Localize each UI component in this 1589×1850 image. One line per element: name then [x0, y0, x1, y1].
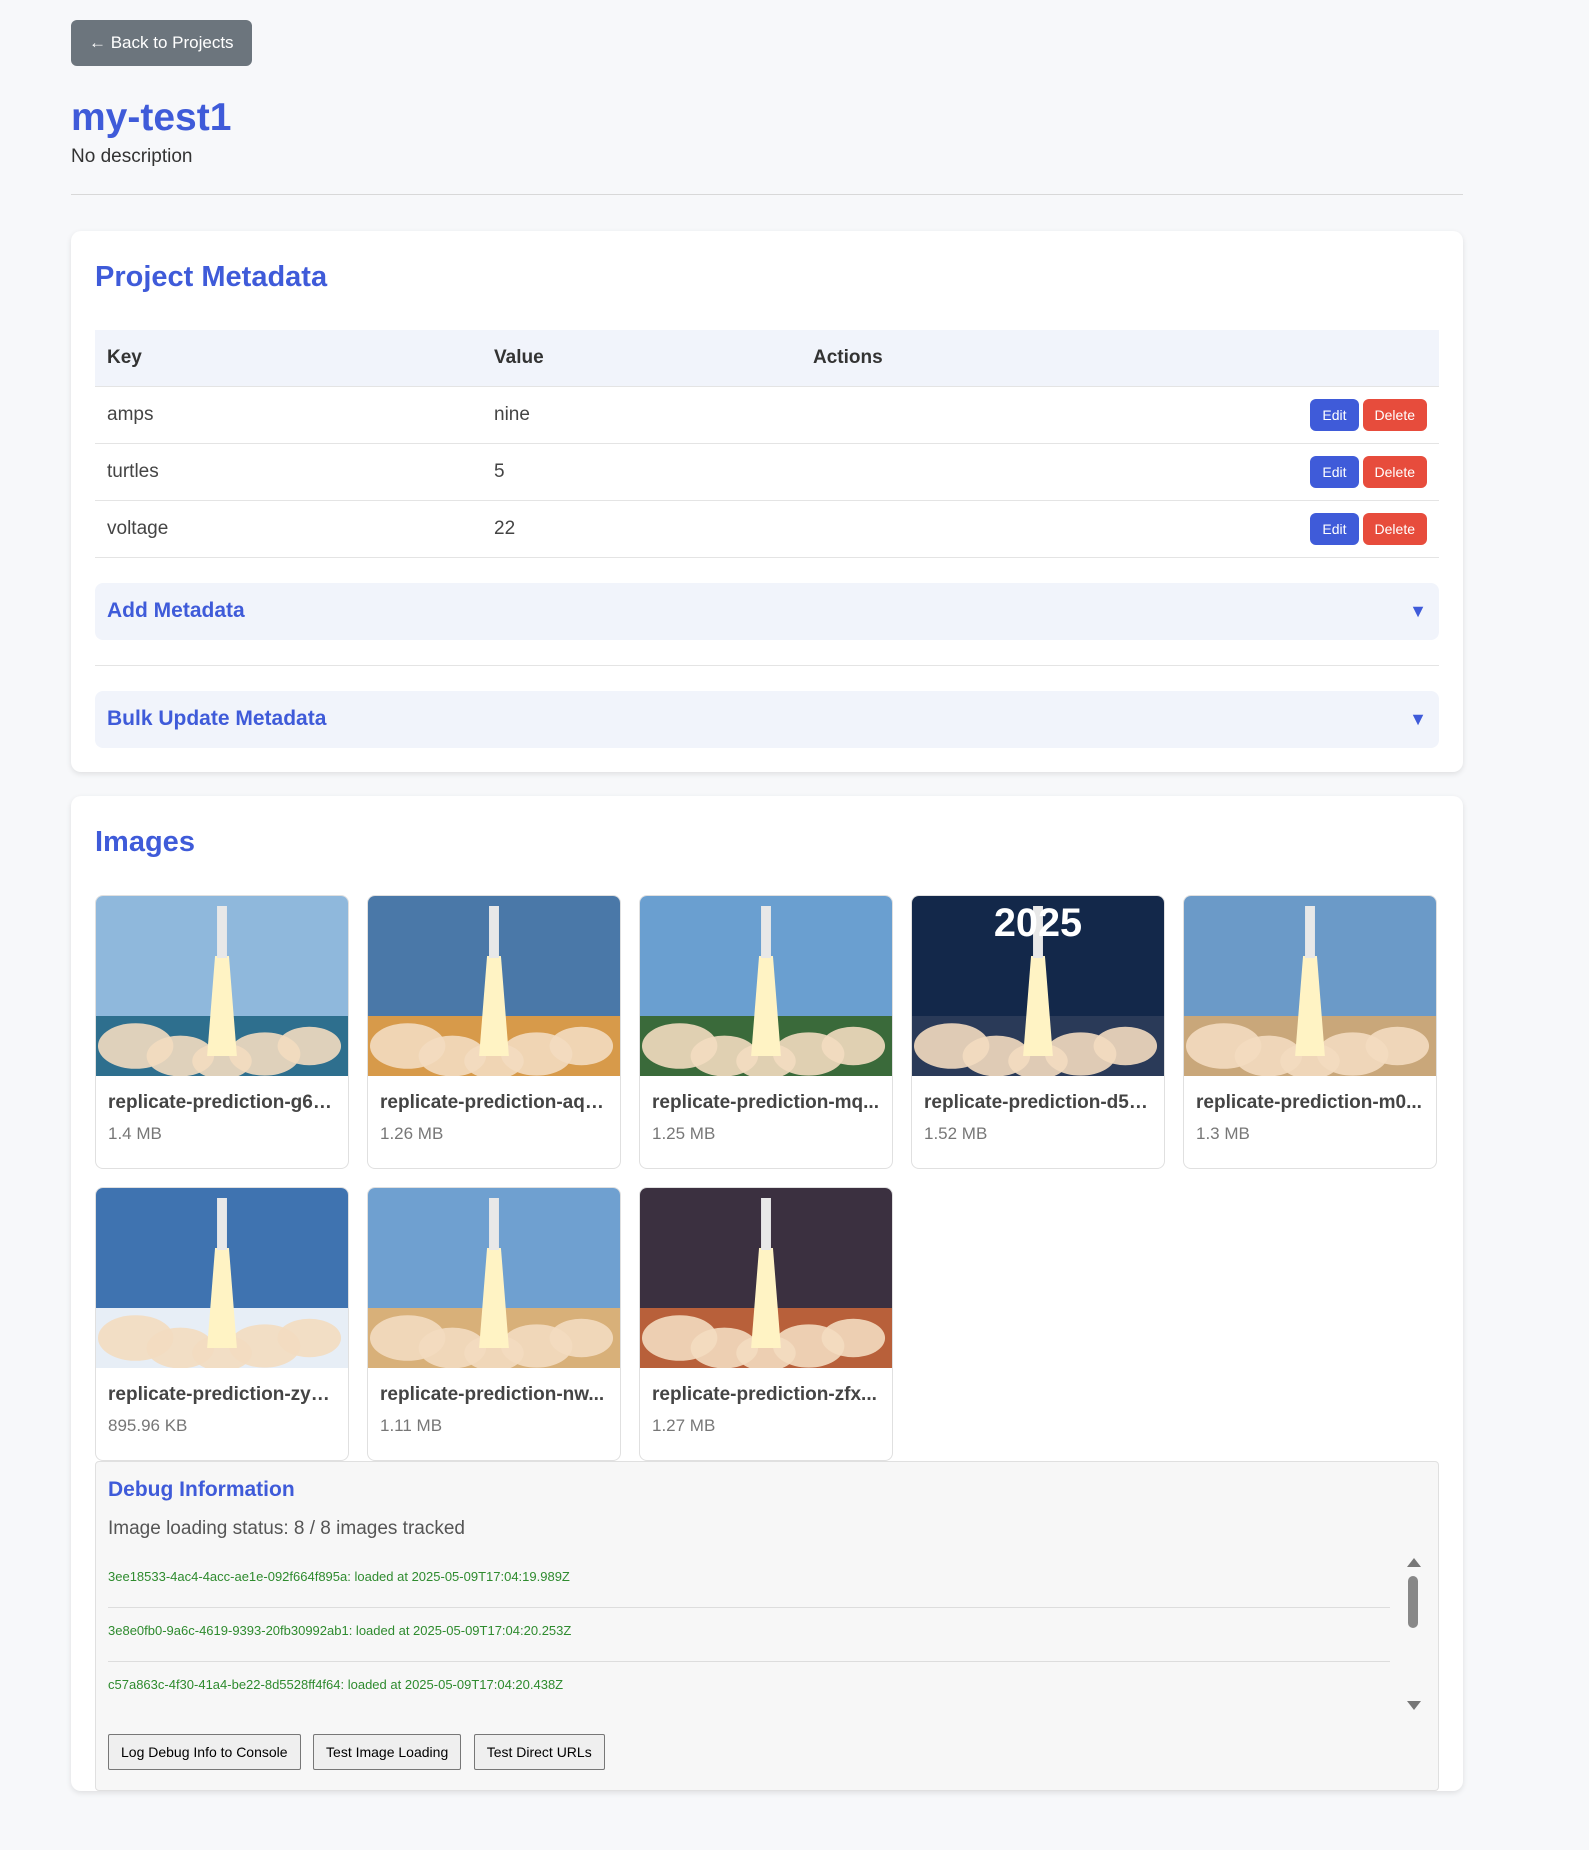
image-card[interactable]: replicate-prediction-nw... 1.11 MB: [367, 1186, 621, 1461]
rocket-launch-thumbnail[interactable]: [368, 895, 620, 1076]
image-file-size: 1.3 MB: [1196, 1123, 1250, 1143]
image-card[interactable]: replicate-prediction-zy5... 895.96 KB: [95, 1186, 349, 1461]
log-entry: 3e8e0fb0-9a6c-4619-9393-20fb30992ab1: lo…: [108, 1608, 1390, 1662]
column-header-value: Value: [482, 330, 801, 386]
metadata-key: amps: [95, 385, 482, 443]
metadata-card: Project Metadata Key Value Actions amps …: [71, 231, 1463, 772]
image-card[interactable]: replicate-prediction-aq7... 1.26 MB: [367, 894, 621, 1169]
row-actions: Edit Delete: [801, 499, 1439, 558]
rocket-launch-thumbnail[interactable]: [96, 1187, 348, 1368]
column-header-key: Key: [95, 330, 482, 386]
image-file-size: 1.25 MB: [652, 1123, 716, 1143]
image-file-size: 895.96 KB: [108, 1415, 188, 1435]
image-filename: replicate-prediction-zy5...: [108, 1383, 336, 1405]
delete-button[interactable]: Delete: [1362, 455, 1427, 488]
test-direct-urls-button[interactable]: Test Direct URLs: [473, 1733, 605, 1770]
image-grid: replicate-prediction-g60... 1.4 MB replica…: [95, 894, 1439, 1461]
image-file-size: 1.27 MB: [652, 1415, 716, 1435]
back-to-projects-button[interactable]: ← Back to Projects: [71, 20, 252, 66]
bulk-update-label: Bulk Update Metadata: [107, 707, 327, 730]
log-scrollbar[interactable]: [1406, 1554, 1421, 1714]
edit-button[interactable]: Edit: [1310, 398, 1359, 431]
table-row: turtles 5 Edit Delete: [95, 442, 1439, 500]
table-row: amps nine Edit Delete: [95, 385, 1439, 443]
image-card[interactable]: replicate-prediction-zfx... 1.27 MB: [639, 1186, 893, 1461]
image-filename: replicate-prediction-mq...: [652, 1091, 879, 1113]
delete-button[interactable]: Delete: [1362, 398, 1427, 431]
metadata-table: Key Value Actions amps nine Edit Delete t…: [95, 330, 1439, 558]
metadata-key: turtles: [95, 442, 482, 500]
image-file-size: 1.11 MB: [380, 1415, 443, 1435]
table-row: voltage 22 Edit Delete: [95, 499, 1439, 558]
image-card[interactable]: replicate-prediction-mq... 1.25 MB: [639, 894, 893, 1169]
bulk-update-metadata-toggle[interactable]: Bulk Update Metadata ▼: [95, 690, 1439, 748]
delete-button[interactable]: Delete: [1362, 512, 1427, 545]
section-divider: [95, 664, 1439, 666]
image-filename: replicate-prediction-g60...: [108, 1091, 336, 1113]
debug-heading: Debug Information: [108, 1477, 295, 1501]
images-heading: Images: [95, 825, 195, 858]
metadata-header-row: Key Value Actions: [95, 330, 1439, 386]
test-image-loading-button[interactable]: Test Image Loading: [313, 1733, 462, 1770]
chevron-down-icon: ▼: [1409, 708, 1427, 729]
metadata-value: nine: [482, 385, 801, 443]
column-header-actions: Actions: [801, 330, 1439, 386]
chevron-down-icon: ▼: [1409, 600, 1427, 621]
image-filename: replicate-prediction-m0...: [1196, 1091, 1422, 1113]
thumbnail-text: 2025: [994, 900, 1082, 944]
rocket-launch-thumbnail[interactable]: [96, 895, 348, 1076]
image-card[interactable]: 2025 replicate-prediction-d5x... 1.52 MB: [911, 894, 1165, 1169]
project-page: ← Back to Projects my-test1 No descripti…: [0, 0, 1463, 1791]
rocket-launch-thumbnail[interactable]: [1184, 895, 1436, 1076]
edit-button[interactable]: Edit: [1310, 455, 1359, 488]
images-card: Images replicate-prediction-g60... 1.4 MB…: [71, 795, 1463, 1791]
scroll-thumb[interactable]: [1408, 1575, 1418, 1628]
metadata-key: voltage: [95, 499, 482, 558]
image-filename: replicate-prediction-aq7...: [380, 1091, 608, 1113]
row-actions: Edit Delete: [801, 385, 1439, 443]
edit-button[interactable]: Edit: [1310, 512, 1359, 545]
image-file-size: 1.52 MB: [924, 1123, 988, 1143]
scroll-up-arrow-icon[interactable]: [1407, 1557, 1421, 1567]
image-filename: replicate-prediction-zfx...: [652, 1383, 877, 1405]
debug-buttons: Log Debug Info to Console Test Image Loa…: [108, 1733, 1426, 1770]
rocket-launch-thumbnail[interactable]: 2025: [912, 895, 1164, 1076]
rocket-launch-thumbnail[interactable]: [368, 1187, 620, 1368]
metadata-value: 5: [482, 442, 801, 500]
rocket-launch-thumbnail[interactable]: [640, 1187, 892, 1368]
image-filename: replicate-prediction-d5x...: [924, 1091, 1152, 1113]
project-title: my-test1: [71, 96, 232, 139]
image-filename: replicate-prediction-nw...: [380, 1383, 605, 1405]
scroll-down-arrow-icon[interactable]: [1407, 1700, 1421, 1710]
metadata-value: 22: [482, 499, 801, 558]
image-card[interactable]: replicate-prediction-g60... 1.4 MB: [95, 894, 349, 1169]
metadata-heading: Project Metadata: [95, 261, 328, 293]
debug-panel: Debug Information Image loading status: …: [95, 1460, 1439, 1791]
project-description: No description: [71, 146, 193, 167]
add-metadata-toggle[interactable]: Add Metadata ▼: [95, 582, 1439, 640]
image-file-size: 1.26 MB: [380, 1123, 444, 1143]
debug-log-list[interactable]: 3ee18533-4ac4-4acc-ae1e-092f664f895a: lo…: [108, 1554, 1426, 1714]
header-divider: [71, 194, 1463, 195]
row-actions: Edit Delete: [801, 442, 1439, 500]
image-card[interactable]: replicate-prediction-m0... 1.3 MB: [1183, 894, 1437, 1169]
log-debug-info-button[interactable]: Log Debug Info to Console: [108, 1733, 301, 1770]
log-entry: c57a863c-4f30-41a4-be22-8d5528ff4f64: lo…: [108, 1662, 1390, 1714]
rocket-launch-thumbnail[interactable]: [640, 895, 892, 1076]
log-entry: 3ee18533-4ac4-4acc-ae1e-092f664f895a: lo…: [108, 1554, 1390, 1608]
image-file-size: 1.4 MB: [108, 1123, 162, 1143]
add-metadata-label: Add Metadata: [107, 599, 245, 622]
image-loading-status: Image loading status: 8 / 8 images track…: [108, 1517, 465, 1539]
